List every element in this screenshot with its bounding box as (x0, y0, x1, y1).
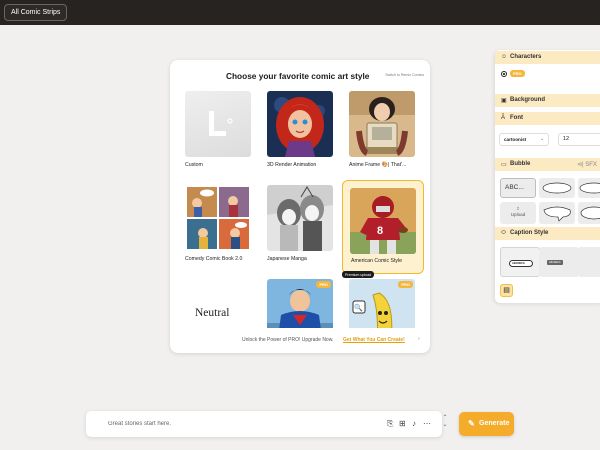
neutral-wordmark: Neutral (195, 307, 230, 319)
pen-icon: ✎ (468, 419, 475, 428)
caption-style-option[interactable]: ABCDEFG (539, 247, 579, 277)
all-comic-strips-button[interactable]: All Comic Strips (4, 4, 68, 21)
style-card-banana[interactable]: Premium upload PRO 🔍 (342, 271, 428, 328)
magnify-icon[interactable]: 🔍 (354, 304, 363, 312)
image-icon: ▣ (501, 98, 507, 104)
prompt-input[interactable] (94, 416, 354, 432)
upload-bubble-button[interactable]: ⇪ Upload (500, 202, 536, 224)
custom-thumbnail (185, 91, 251, 157)
comedy-comic-thumbnail (185, 185, 251, 251)
style-grid: Custom 3D Render Animation Anime Frame 🎨… (182, 88, 428, 328)
bubble-icon: ▭ (501, 162, 507, 168)
characters-section-header[interactable]: ☺ Characters (495, 51, 600, 64)
premium-upload-tooltip: Premium upload (342, 271, 375, 278)
style-label: Japanese Manga (267, 256, 307, 262)
bubble-text-option[interactable]: ABC... (500, 178, 536, 198)
caption-style-section-header[interactable]: ⬭ Caption Style (495, 227, 600, 240)
background-section-header[interactable]: ▣ Background (495, 94, 600, 107)
style-label: Anime Frame 🎨| That'... (349, 162, 407, 168)
svg-text:8: 8 (377, 225, 383, 237)
style-card-japanese-manga[interactable]: Japanese Manga (264, 182, 346, 276)
generate-button[interactable]: ✎ Generate (459, 412, 514, 436)
font-section-header[interactable]: Ā Font (495, 112, 600, 125)
style-card-comedy-comic[interactable]: Comedy Comic Book 2.0 (182, 182, 264, 276)
superhero-thumbnail: PRO (267, 279, 333, 328)
upsell-link[interactable]: Get What You Can Create! (343, 337, 405, 343)
font-family-select[interactable]: cartoonist ⌄ (499, 133, 549, 146)
layout-icon[interactable]: ▤ (500, 284, 513, 297)
pro-badge: PRO (316, 281, 331, 288)
art-style-modal: Choose your favorite comic art style Swi… (170, 60, 430, 353)
neutral-thumbnail: Neutral (185, 279, 251, 328)
bubble-section-header[interactable]: ▭ Bubble ⊲| SFX (495, 158, 600, 171)
sfx-icon: ⊲| (577, 162, 584, 168)
style-label: American Comic Style (351, 258, 403, 264)
style-label: Comedy Comic Book 2.0 (185, 256, 243, 262)
smiley-icon: ☺ (501, 54, 508, 60)
chevron-down-icon: ⌄ (540, 136, 545, 142)
character-radio[interactable] (501, 71, 507, 77)
microphone-icon[interactable]: ♪ (412, 419, 416, 428)
grid-icon[interactable]: ⊞ (399, 419, 406, 428)
style-label: 3D Render Animation (267, 162, 317, 168)
style-card-american-comic[interactable]: 8 American Comic Style (342, 180, 424, 274)
caption-style-option[interactable]: ABCDEFG (500, 247, 540, 277)
3d-render-thumbnail (267, 91, 333, 157)
bubble-option[interactable] (539, 178, 575, 198)
bubble-option[interactable] (539, 202, 575, 224)
chevron-right-icon[interactable]: › (418, 336, 420, 342)
banana-thumbnail: PRO 🔍 (349, 279, 415, 328)
prompt-stepper[interactable]: ⌃ ⌄ (440, 415, 450, 435)
modal-title: Choose your favorite comic art style (226, 71, 370, 81)
attach-icon[interactable]: ⎘ (387, 419, 393, 428)
caption-icon: ⬭ (501, 230, 507, 236)
bubble-option[interactable] (578, 202, 600, 224)
top-bar: All Comic Strips (0, 0, 600, 25)
font-icon: Ā (501, 115, 506, 121)
caption-style-option[interactable] (578, 247, 600, 277)
caption-box-preview: ABCDEFG (547, 260, 563, 265)
prompt-bar: ⎘ ⊞ ♪ ⋯ (86, 411, 442, 437)
style-card-custom[interactable]: Custom (182, 88, 264, 182)
style-label: Custom (185, 162, 203, 168)
style-card-3d-render[interactable]: 3D Render Animation (264, 88, 346, 182)
more-icon[interactable]: ⋯ (423, 419, 431, 428)
caption-pill-preview: ABCDEFG (509, 260, 533, 267)
font-size-input[interactable]: 12 (558, 133, 600, 146)
chevron-down-icon[interactable]: ⌄ (440, 422, 450, 429)
anime-frame-thumbnail (349, 91, 415, 157)
style-card-superhero[interactable]: PRO (264, 276, 346, 328)
pro-badge: PRO (398, 281, 413, 288)
editor-side-panel: ☺ Characters PRO ▣ Background Ā Font car… (495, 50, 600, 303)
style-card-anime-frame[interactable]: Anime Frame 🎨| That'... (346, 88, 428, 182)
chevron-up-icon[interactable]: ⌃ (440, 415, 450, 422)
upsell-text: Unlock the Power of PRO! Upgrade Now. (242, 337, 334, 343)
custom-l-icon (209, 111, 233, 136)
switch-to-remix-link[interactable]: Switch to Remix Comics (385, 73, 424, 77)
bubble-option[interactable] (578, 178, 600, 198)
style-card-neutral[interactable]: Neutral (182, 276, 264, 328)
sfx-tab[interactable]: ⊲| SFX (577, 161, 597, 168)
american-comic-thumbnail: 8 (349, 188, 416, 254)
japanese-manga-thumbnail (267, 185, 333, 251)
pro-badge: PRO (510, 70, 525, 77)
